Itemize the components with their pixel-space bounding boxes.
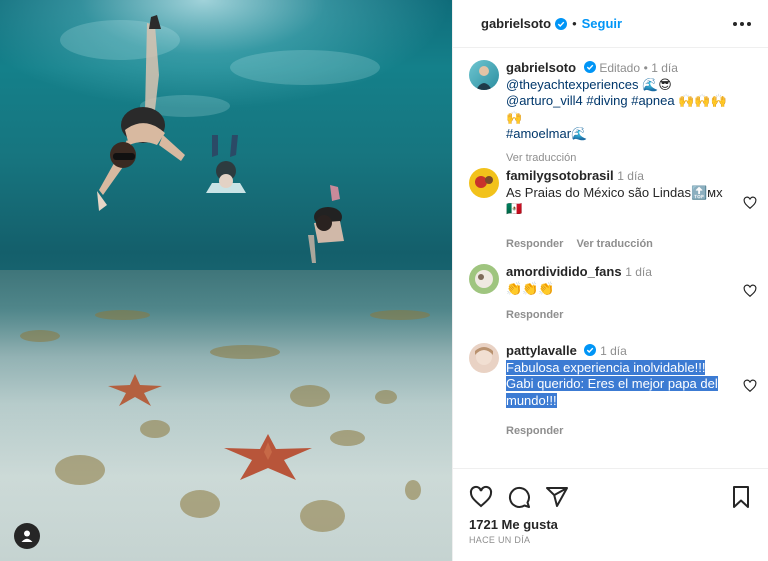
seaweed	[375, 390, 397, 404]
ripple	[230, 50, 380, 85]
comment-username[interactable]: pattylavalle	[506, 343, 577, 358]
mention-link[interactable]: @theyachtexperiences	[506, 77, 638, 92]
comment-text: As Praias do México são Lindas🔝мх 🇲🇽	[506, 184, 723, 217]
seaweed	[405, 480, 421, 500]
seaweed	[330, 430, 365, 446]
caption-emoji: 🌊	[571, 126, 588, 141]
comment-body: pattylavalle 1 día Fabulosa experiencia …	[506, 343, 736, 440]
comment-time[interactable]: 1 día	[625, 265, 652, 279]
separator-dot: •	[572, 16, 577, 31]
share-icon[interactable]	[545, 485, 569, 509]
comment-username[interactable]: amordividido_fans	[506, 264, 622, 279]
heart-icon[interactable]	[743, 379, 757, 393]
avatar[interactable]	[469, 168, 499, 198]
translate-button[interactable]: Ver traducción	[576, 236, 652, 253]
seaweed	[300, 500, 345, 532]
bookmark-icon[interactable]	[729, 485, 753, 509]
post-header: gabrielsoto • Seguir	[453, 0, 768, 48]
comment-time[interactable]: 1 día	[600, 344, 627, 358]
reply-button[interactable]: Responder	[506, 236, 563, 253]
post-timestamp: HACE UN DÍA	[469, 535, 531, 545]
avatar[interactable]	[469, 264, 499, 294]
hashtag-links[interactable]: #diving #apnea	[586, 93, 674, 108]
caption-emoji: 🌊😎	[642, 76, 672, 92]
seaweed	[55, 455, 105, 485]
caption: gabrielsoto Editado • 1 día @theyachtexp…	[469, 60, 759, 164]
starfish-large	[224, 434, 312, 480]
water-surface-glare	[0, 0, 452, 110]
comment-text-line: Fabulosa experiencia inolvidable!!!	[506, 359, 706, 375]
avatar[interactable]	[469, 60, 499, 90]
comment-time[interactable]: 1 día	[617, 169, 644, 183]
comments-list: gabrielsoto Editado • 1 día @theyachtexp…	[453, 48, 768, 468]
hashtag-link[interactable]: #amoelmar	[506, 126, 571, 141]
user-tag-icon	[21, 530, 33, 542]
post-actions: 1721 Me gusta HACE UN DÍA	[453, 468, 768, 561]
verified-badge-icon	[583, 61, 596, 73]
reply-button[interactable]: Responder	[506, 423, 563, 440]
comment-icon[interactable]	[507, 485, 531, 509]
more-options-icon[interactable]	[733, 16, 751, 32]
seaweed	[210, 345, 280, 359]
comment-body: amordividido_fans 1 día 👏👏👏 Responder	[506, 264, 736, 324]
comment-username[interactable]: familygsotobrasil	[506, 168, 614, 183]
comment: familygsotobrasil 1 día As Praias do Méx…	[469, 168, 759, 250]
comment-text-line: mundo!!!	[506, 392, 557, 408]
comment: pattylavalle 1 día Fabulosa experiencia …	[469, 343, 759, 443]
comment-text-line: Gabi querido: Eres el mejor papa del	[506, 376, 718, 391]
post-photo[interactable]	[0, 0, 452, 561]
edited-label: Editado	[599, 61, 641, 75]
heart-icon[interactable]	[743, 284, 757, 298]
seaweed	[290, 385, 330, 407]
seaweed	[180, 490, 220, 518]
seaweed	[140, 420, 170, 438]
seaweed	[20, 330, 60, 342]
translate-button[interactable]: Ver traducción	[506, 150, 576, 167]
likes-count[interactable]: 1721 Me gusta	[469, 517, 558, 532]
post-sidebar: gabrielsoto • Seguir gabrielsoto Editado…	[452, 0, 768, 561]
mention-link[interactable]: @arturo_vill4	[506, 93, 583, 108]
diver-main	[97, 15, 185, 211]
diver-right	[308, 185, 344, 263]
caption-time[interactable]: 1 día	[651, 61, 678, 75]
reply-button[interactable]: Responder	[506, 307, 563, 324]
comment-body: familygsotobrasil 1 día As Praias do Méx…	[506, 168, 736, 252]
user-tag-button[interactable]	[14, 523, 40, 549]
caption-text: gabrielsoto Editado • 1 día @theyachtexp…	[506, 60, 736, 166]
author-username[interactable]: gabrielsoto	[481, 16, 551, 31]
heart-icon[interactable]	[469, 485, 493, 509]
diver-far	[206, 135, 246, 193]
comment: amordividido_fans 1 día 👏👏👏 Responder	[469, 264, 759, 324]
seaweed	[370, 310, 430, 320]
avatar[interactable]	[469, 343, 499, 373]
seaweed	[95, 310, 150, 320]
verified-badge-icon	[584, 344, 597, 356]
caption-username[interactable]: gabrielsoto	[506, 60, 576, 75]
follow-button[interactable]: Seguir	[582, 16, 622, 31]
verified-badge-icon	[555, 17, 568, 30]
heart-icon[interactable]	[743, 196, 757, 210]
comment-text: 👏👏👏	[506, 280, 555, 296]
starfish-small	[108, 374, 162, 406]
